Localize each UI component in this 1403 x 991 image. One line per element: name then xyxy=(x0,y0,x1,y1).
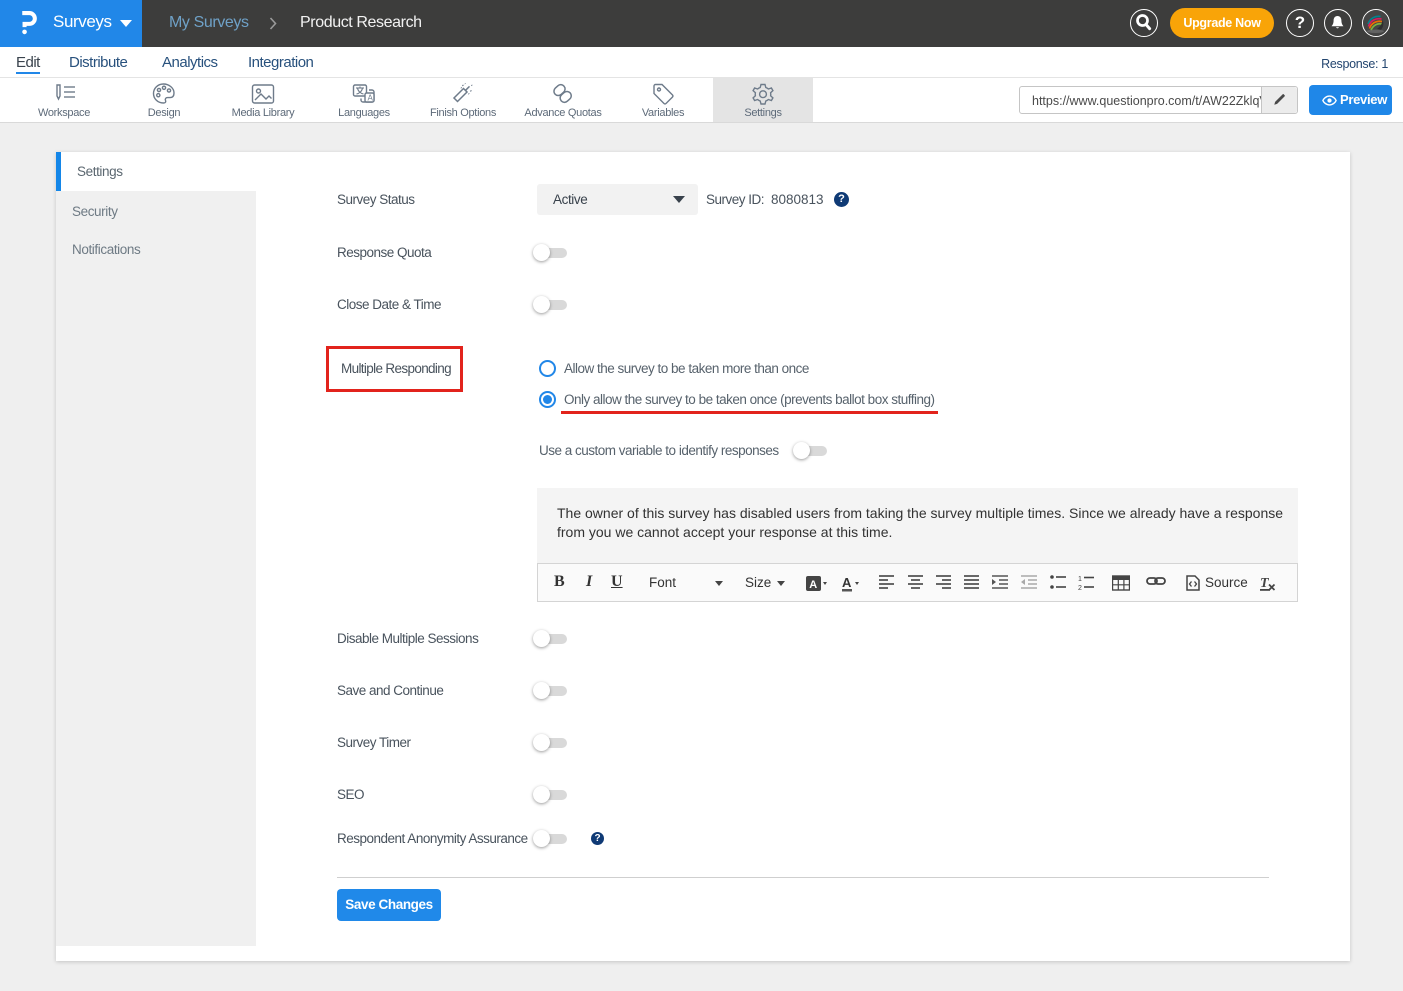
svg-text:A: A xyxy=(842,575,852,590)
svg-text:T: T xyxy=(1260,576,1270,591)
svg-text:1: 1 xyxy=(1078,576,1082,583)
svg-text:2: 2 xyxy=(1078,585,1082,590)
svg-text:A: A xyxy=(368,94,374,103)
svg-text:A: A xyxy=(809,579,817,591)
